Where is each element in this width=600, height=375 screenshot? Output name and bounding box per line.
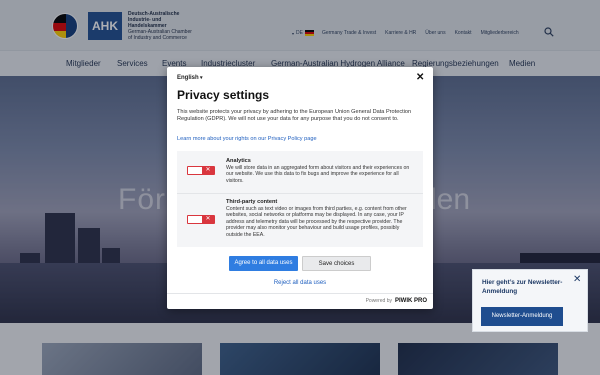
toggle-off-icon: ✕ (202, 167, 214, 174)
dialog-description: This website protects your privacy by ad… (177, 109, 412, 123)
dialog-language-selector[interactable]: English ▾ (177, 75, 203, 81)
analytics-consent: ✕ Analytics We will store data in an agg… (177, 151, 423, 193)
newsletter-text: Hier geht’s zur Newsletter-Anmeldung (482, 279, 563, 295)
analytics-text: We will store data in an aggregated form… (226, 165, 410, 184)
third-party-text: Content such as text video or images fro… (226, 206, 407, 238)
toggle-off-icon: ✕ (202, 216, 214, 223)
privacy-settings-dialog: English ▾ ✕ Privacy settings This websit… (167, 67, 433, 309)
newsletter-signup-button[interactable]: Newsletter-Anmeldung (481, 307, 563, 326)
dialog-footer: Powered by PIWIK PRO (167, 293, 433, 309)
analytics-toggle[interactable]: ✕ (187, 166, 215, 175)
reject-all-link[interactable]: Reject all data uses (167, 280, 433, 286)
third-party-consent: ✕ Third-party content Content such as te… (177, 193, 423, 247)
analytics-title: Analytics (226, 158, 251, 164)
powered-by: Powered by PIWIK PRO (365, 298, 427, 304)
save-choices-button[interactable]: Save choices (302, 256, 371, 271)
newsletter-popup: Hier geht’s zur Newsletter-Anmeldung ✕ N… (472, 269, 588, 332)
agree-all-button[interactable]: Agree to all data uses (229, 256, 298, 271)
dialog-title: Privacy settings (177, 88, 270, 102)
privacy-policy-link[interactable]: Learn more about your rights on our Priv… (177, 136, 317, 142)
close-icon[interactable]: ✕ (573, 274, 581, 285)
close-icon[interactable]: ✕ (416, 72, 424, 83)
piwik-pro-logo: PIWIK PRO (394, 298, 427, 304)
chevron-down-icon: ▾ (198, 75, 203, 81)
third-party-toggle[interactable]: ✕ (187, 215, 215, 224)
third-party-title: Third-party content (226, 199, 278, 205)
